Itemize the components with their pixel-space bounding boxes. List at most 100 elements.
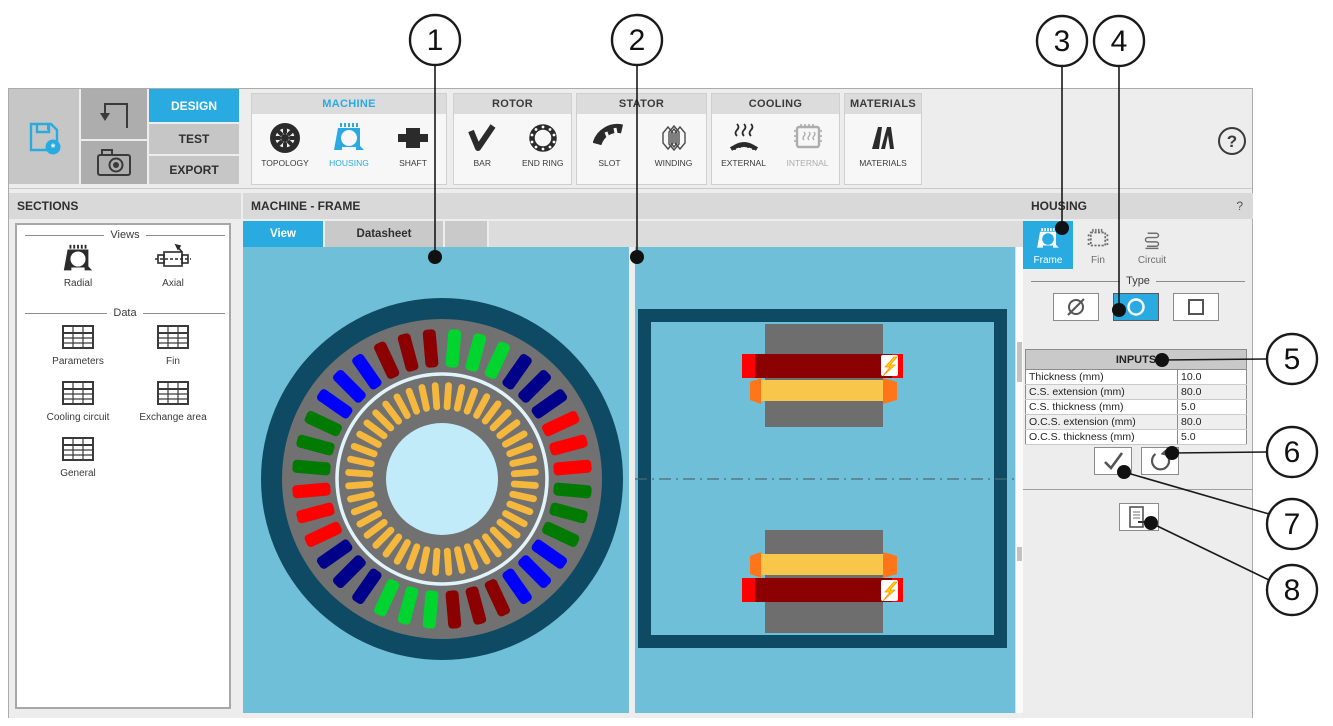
callout-circle: [410, 15, 460, 65]
ribbon-item-end-ring-label: END RING: [515, 158, 572, 168]
ribbon-group-materials-title: MATERIALS: [845, 94, 921, 114]
rotor-bar-icon: [465, 121, 499, 155]
tab-datasheet[interactable]: Datasheet: [325, 221, 445, 247]
export-report-button[interactable]: [1119, 503, 1159, 531]
ribbon-item-bar[interactable]: BAR: [454, 119, 511, 168]
housing-tab-circuit[interactable]: Circuit: [1123, 221, 1181, 269]
callout-number: 6: [1284, 436, 1301, 469]
callout-circle: [1094, 16, 1144, 66]
apply-button[interactable]: [1094, 447, 1132, 475]
help-icon: ?: [1217, 126, 1247, 156]
axial-coil-bottom: [755, 578, 892, 602]
axial-coil-top: [755, 354, 892, 378]
undo-button[interactable]: [81, 89, 147, 139]
housing-panel-title: HOUSING: [1031, 199, 1087, 213]
internal-cooling-icon: [791, 121, 825, 155]
input-value[interactable]: 5.0: [1178, 400, 1247, 415]
scrollbar-thumb[interactable]: [1017, 342, 1022, 382]
type-option-none[interactable]: [1053, 293, 1099, 321]
type-option-circular[interactable]: [1113, 293, 1159, 321]
ribbon-item-bar-label: BAR: [454, 158, 511, 168]
axial-end-ring-top: [761, 380, 883, 401]
reset-button[interactable]: [1141, 447, 1179, 475]
section-item-cooling-circuit[interactable]: Cooling circuit: [26, 377, 130, 423]
callout-circle: [612, 15, 662, 65]
view-tabstrip: View Datasheet: [243, 221, 1023, 247]
section-item-general-label: General: [26, 468, 130, 479]
ribbon-item-housing-label: HOUSING: [319, 158, 379, 168]
view-scrollbar[interactable]: [1015, 247, 1023, 713]
fin-icon: [1085, 226, 1111, 252]
callout-number: 3: [1054, 25, 1071, 58]
inputs-row: C.S. thickness (mm)5.0: [1026, 400, 1247, 415]
export-icon: [1126, 505, 1152, 529]
section-item-axial[interactable]: Axial: [121, 243, 225, 289]
ribbon-item-shaft[interactable]: SHAFT: [383, 119, 443, 168]
status-bar: [9, 713, 1252, 718]
housing-tabs: Frame Fin Circuit: [1023, 221, 1181, 269]
app-window: * DESIGN TEST EXPORT MACHINE: [8, 88, 1253, 718]
radial-view-pane[interactable]: [243, 247, 629, 713]
table-icon: [157, 381, 189, 405]
section-item-parameters[interactable]: Parameters: [26, 321, 130, 367]
section-item-general[interactable]: General: [26, 433, 130, 479]
tab-view-label: View: [270, 228, 296, 240]
axial-machine-drawing: [635, 247, 1015, 713]
ribbon-item-topology[interactable]: TOPOLOGY: [255, 119, 315, 168]
reset-icon: [1148, 449, 1172, 473]
input-label: O.C.S. extension (mm): [1026, 415, 1178, 430]
housing-tab-frame-label: Frame: [1023, 255, 1073, 266]
ribbon-group-stator: STATOR SLOT: [576, 93, 707, 185]
ribbon-item-housing[interactable]: HOUSING: [319, 119, 379, 168]
screenshot-button[interactable]: [81, 141, 147, 184]
ribbon-item-shaft-label: SHAFT: [383, 158, 443, 168]
input-value[interactable]: 10.0: [1178, 370, 1247, 385]
input-label: C.S. thickness (mm): [1026, 400, 1178, 415]
radial-view-icon: [61, 242, 95, 276]
ribbon-item-internal: INTERNAL: [778, 119, 838, 168]
callout-circle: [1267, 334, 1317, 384]
table-icon: [62, 437, 94, 461]
radial-machine-drawing: [243, 247, 629, 713]
housing-tab-fin[interactable]: Fin: [1073, 221, 1123, 269]
tab-view[interactable]: View: [243, 221, 325, 247]
tab-test[interactable]: TEST: [149, 124, 239, 154]
section-item-radial[interactable]: Radial: [26, 243, 130, 289]
axial-view-pane[interactable]: [635, 247, 1015, 713]
ribbon-item-winding[interactable]: WINDING: [644, 119, 704, 168]
section-item-fin[interactable]: Fin: [121, 321, 225, 367]
ribbon-group-machine: MACHINE TOPOLOGY HOUSING: [251, 93, 447, 185]
housing-help-icon[interactable]: ?: [1236, 193, 1243, 219]
inputs-row: C.S. extension (mm)80.0: [1026, 385, 1247, 400]
ribbon-item-end-ring[interactable]: END RING: [515, 119, 572, 168]
housing-tab-frame[interactable]: Frame: [1023, 221, 1073, 269]
ribbon-item-external[interactable]: EXTERNAL: [714, 119, 774, 168]
callout-number: 7: [1284, 508, 1301, 541]
section-item-exchange-area[interactable]: Exchange area: [121, 377, 225, 423]
section-item-fin-label: Fin: [121, 356, 225, 367]
tab-test-label: TEST: [179, 132, 210, 146]
ribbon-item-slot[interactable]: SLOT: [580, 119, 640, 168]
tab-design-label: DESIGN: [171, 99, 217, 113]
ribbon-item-materials[interactable]: MATERIALS: [853, 119, 913, 168]
tab-export[interactable]: EXPORT: [149, 156, 239, 184]
machine-frame-title: MACHINE - FRAME: [243, 193, 1023, 219]
input-value[interactable]: 5.0: [1178, 430, 1247, 445]
tabstrip-filler: [445, 221, 489, 247]
stator-slot-icon: [593, 121, 627, 155]
save-button[interactable]: *: [9, 89, 79, 184]
input-value[interactable]: 80.0: [1178, 415, 1247, 430]
camera-icon: [94, 148, 134, 178]
tab-design[interactable]: DESIGN: [149, 89, 239, 122]
input-value[interactable]: 80.0: [1178, 385, 1247, 400]
housing-icon: [331, 120, 367, 156]
type-divider-label: Type: [1126, 275, 1150, 287]
help-button[interactable]: ?: [1216, 125, 1248, 157]
type-option-square[interactable]: [1173, 293, 1219, 321]
callout-circle: [1267, 499, 1317, 549]
tab-datasheet-label: Datasheet: [357, 228, 412, 240]
axial-end-ring-bottom: [761, 554, 883, 575]
ribbon-item-internal-label: INTERNAL: [778, 158, 838, 168]
ribbon-item-winding-label: WINDING: [644, 158, 704, 168]
save-icon: *: [23, 116, 65, 158]
